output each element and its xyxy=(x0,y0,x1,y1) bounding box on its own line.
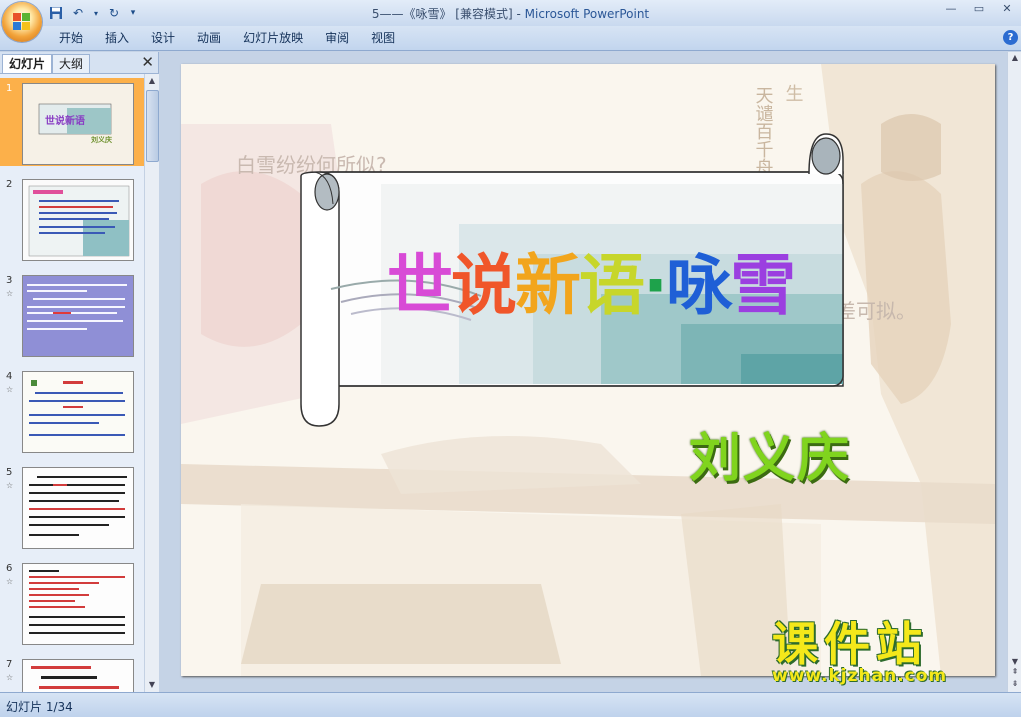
svg-text:刘义庆: 刘义庆 xyxy=(91,135,112,144)
document-title: 5——《咏雪》 [兼容模式] xyxy=(371,7,513,21)
close-panel-icon[interactable]: ✕ xyxy=(141,53,154,71)
title-char: 世 xyxy=(387,247,453,324)
slide-thumb-7[interactable]: 7 ☆ xyxy=(0,654,144,692)
svg-text:生: 生 xyxy=(783,84,804,102)
application-name: Microsoft PowerPoint xyxy=(524,7,650,21)
background-poem-right: 差可拟。 xyxy=(836,299,916,323)
office-button[interactable] xyxy=(2,2,42,42)
office-logo-icon xyxy=(13,13,31,31)
scroll-down-icon[interactable]: ▼ xyxy=(145,678,159,692)
close-button[interactable]: ✕ xyxy=(993,0,1021,18)
tab-design[interactable]: 设计 xyxy=(140,30,186,46)
slide-number: 6 xyxy=(6,563,13,574)
title-separator: - xyxy=(512,7,525,21)
scroll-up-icon[interactable]: ▲ xyxy=(145,74,159,88)
slide-number: 5 xyxy=(6,467,13,478)
slide-thumb-image xyxy=(22,467,134,549)
slide-number: 2 xyxy=(6,179,13,190)
slide-thumb-3[interactable]: 3 ☆ xyxy=(0,270,144,358)
ribbon-tabs: 开始 插入 设计 动画 幻灯片放映 审阅 视图 xyxy=(48,30,406,46)
animation-mark-icon: ☆ xyxy=(6,385,14,394)
slide-thumb-image xyxy=(22,275,134,357)
animation-mark-icon: ☆ xyxy=(6,289,14,298)
help-icon[interactable]: ? xyxy=(1003,30,1018,45)
scrollbar-thumb[interactable] xyxy=(146,90,159,162)
slide-number: 7 xyxy=(6,659,13,670)
slide-thumb-image xyxy=(22,659,134,692)
slide-background-art: 天谴百千舟 生 白雪纷纷何所似? 差可拟。 xyxy=(181,64,995,676)
panel-tabs: 幻灯片 大纲 ✕ xyxy=(0,52,158,74)
svg-text:天谴百千舟: 天谴百千舟 xyxy=(753,86,774,176)
tab-slide-show[interactable]: 幻灯片放映 xyxy=(232,30,314,46)
title-char: · xyxy=(643,247,668,324)
tab-view[interactable]: 视图 xyxy=(360,30,406,46)
watermark-url: www.kjzhan.com xyxy=(772,666,948,686)
slide-thumb-5[interactable]: 5 ☆ xyxy=(0,462,144,550)
animation-mark-icon: ☆ xyxy=(6,577,14,586)
tab-home[interactable]: 开始 xyxy=(48,30,94,46)
animation-mark-icon: ☆ xyxy=(6,481,14,490)
thumbnail-scrollbar[interactable]: ▲ ▼ xyxy=(144,74,159,692)
watermark-logo: 课件站 www.kjzhan.com xyxy=(772,618,1012,692)
slide-number: 3 xyxy=(6,275,13,286)
slide-indicator: 幻灯片 1/34 xyxy=(6,700,73,714)
slides-panel: 幻灯片 大纲 ✕ 1 世说新语 刘义庆 2 3 ☆ 4 ☆ 5 ☆ 6 ☆ 7 … xyxy=(0,52,159,692)
slide-number: 1 xyxy=(6,83,13,94)
slide-number: 4 xyxy=(6,371,13,382)
slide-thumb-1[interactable]: 1 世说新语 刘义庆 xyxy=(0,78,144,166)
slide-thumb-2[interactable]: 2 xyxy=(0,174,144,262)
title-bar: ↶ ▾ ↻ ▾ 5——《咏雪》 [兼容模式] - Microsoft Power… xyxy=(0,0,1021,26)
tab-review[interactable]: 审阅 xyxy=(314,30,360,46)
slide-author[interactable]: 刘义庆 xyxy=(689,416,851,491)
slide-thumb-6[interactable]: 6 ☆ xyxy=(0,558,144,646)
slide-editor: 天谴百千舟 生 白雪纷纷何所似? 差可拟。 世说新语·咏雪 刘义庆 xyxy=(159,52,1007,692)
slide-thumb-image xyxy=(22,179,134,261)
slide-title[interactable]: 世说新语·咏雪 xyxy=(387,232,796,328)
maximize-button[interactable]: ▭ xyxy=(965,0,993,18)
tab-outline[interactable]: 大纲 xyxy=(52,54,91,73)
slide-thumbnails: 1 世说新语 刘义庆 2 3 ☆ 4 ☆ 5 ☆ 6 ☆ 7 ☆ xyxy=(0,74,144,692)
minimize-button[interactable]: — xyxy=(937,0,965,18)
svg-text:世说新语: 世说新语 xyxy=(45,114,85,127)
slide-scrollbar[interactable]: ▲ ▼ ⇞ ⇟ xyxy=(1007,52,1021,692)
title-char: 新 xyxy=(515,247,581,324)
animation-mark-icon: ☆ xyxy=(6,673,14,682)
title-char: 雪 xyxy=(730,247,796,324)
window-controls: — ▭ ✕ xyxy=(937,0,1021,18)
ribbon: 开始 插入 设计 动画 幻灯片放映 审阅 视图 ? xyxy=(0,26,1021,51)
status-bar: 幻灯片 1/34 xyxy=(0,692,1021,717)
tab-slides[interactable]: 幻灯片 xyxy=(2,54,53,73)
scroll-up-icon[interactable]: ▲ xyxy=(1008,52,1021,64)
slide-thumb-image xyxy=(22,563,134,645)
title-char: 说 xyxy=(451,247,517,324)
tab-animations[interactable]: 动画 xyxy=(186,30,232,46)
tab-insert[interactable]: 插入 xyxy=(94,30,140,46)
title-char: 语 xyxy=(579,247,645,324)
current-slide[interactable]: 天谴百千舟 生 白雪纷纷何所似? 差可拟。 世说新语·咏雪 刘义庆 xyxy=(181,64,995,676)
slide-thumb-image xyxy=(22,371,134,453)
title-char: 咏 xyxy=(666,247,732,324)
window-title: 5——《咏雪》 [兼容模式] - Microsoft PowerPoint xyxy=(0,5,1021,22)
watermark-brand: 课件站 xyxy=(772,617,928,671)
slide-thumb-4[interactable]: 4 ☆ xyxy=(0,366,144,454)
slide-thumb-image: 世说新语 刘义庆 xyxy=(22,83,134,165)
